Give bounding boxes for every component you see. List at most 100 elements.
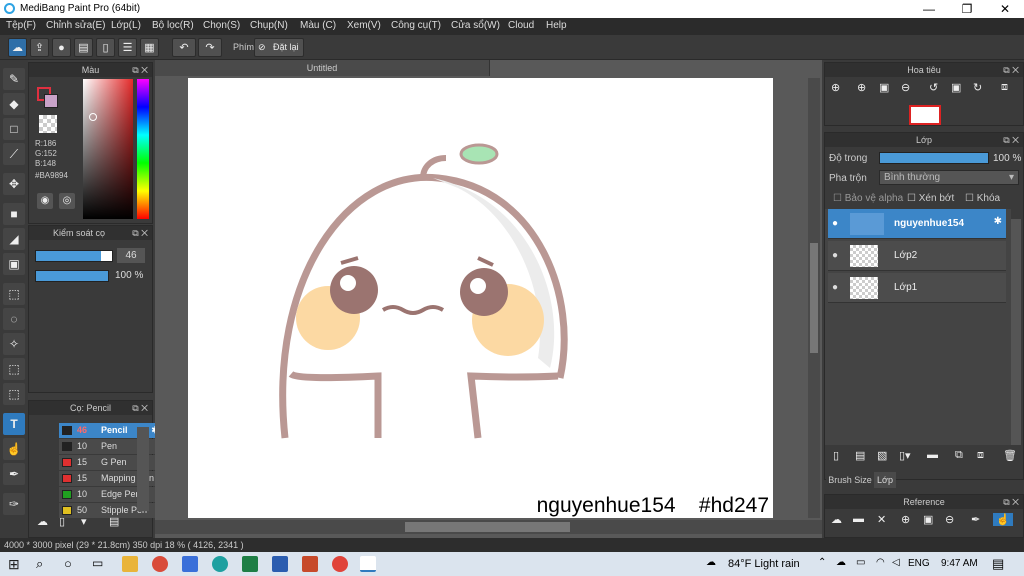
- zoom-out-icon[interactable]: ⊖: [901, 81, 910, 94]
- move-tool[interactable]: ✥: [3, 173, 25, 195]
- zoom-in-icon[interactable]: ⊕: [857, 81, 866, 94]
- menu-view[interactable]: Xem(V): [347, 20, 381, 31]
- menu-window[interactable]: Cửa sổ(W): [451, 20, 500, 31]
- reset-button[interactable]: ⊘ Đặt lại: [254, 38, 304, 57]
- menu-help[interactable]: Help: [546, 20, 567, 31]
- grid-button[interactable]: ▦: [140, 38, 159, 57]
- merge-layer-icon[interactable]: ⧈: [977, 449, 984, 462]
- network-icon[interactable]: ☁: [836, 557, 846, 568]
- palette-add-button[interactable]: ◎: [59, 193, 75, 209]
- layer-row[interactable]: ● Lớp2: [828, 241, 1006, 271]
- layer-row[interactable]: ● Lớp1: [828, 273, 1006, 303]
- brush-menu-icon[interactable]: ▾: [81, 515, 87, 528]
- shape-tool[interactable]: □: [3, 118, 25, 140]
- magic-wand-tool[interactable]: ✧: [3, 333, 25, 355]
- undo-button[interactable]: ↶: [172, 38, 196, 57]
- actual-size-icon[interactable]: ▣: [951, 81, 961, 94]
- rotate-right-icon[interactable]: ↻: [973, 81, 982, 94]
- select-pen-tool[interactable]: ⬚: [3, 358, 25, 380]
- menu-color[interactable]: Màu (C): [300, 20, 336, 31]
- menu-filter[interactable]: Bộ lọc(R): [152, 20, 194, 31]
- search-icon[interactable]: ⌕: [36, 556, 43, 572]
- horizontal-scroll-thumb[interactable]: [405, 522, 570, 532]
- color-picker-cursor[interactable]: [89, 113, 97, 121]
- brush-opacity-slider[interactable]: [35, 270, 109, 282]
- menu-tools[interactable]: Công cụ(T): [391, 20, 441, 31]
- brush-tool[interactable]: ✎: [3, 68, 25, 90]
- layer-row[interactable]: ● nguyenhue154 ✱: [828, 209, 1006, 239]
- ref-eyedropper-icon[interactable]: ✒: [971, 513, 980, 526]
- vertical-scroll-thumb[interactable]: [810, 243, 818, 353]
- fill-tool[interactable]: ■: [3, 203, 25, 225]
- new-8bit-layer-icon[interactable]: ▧: [877, 449, 887, 462]
- tab-brush-size[interactable]: Brush Size: [826, 472, 874, 488]
- panel-close-icon[interactable]: ⧉ ✕: [132, 63, 148, 77]
- message-button[interactable]: ▤: [74, 38, 93, 57]
- cloud-button[interactable]: ☁: [8, 38, 27, 57]
- menu-file[interactable]: Tệp(F): [6, 20, 36, 31]
- saturation-value-picker[interactable]: [83, 79, 133, 219]
- share-button[interactable]: ⇪: [30, 38, 49, 57]
- navigator-thumbnail[interactable]: [909, 105, 941, 125]
- file-explorer-icon[interactable]: [122, 556, 138, 572]
- line-tool[interactable]: ⟋: [3, 143, 25, 165]
- maximize-button[interactable]: ❐: [948, 0, 986, 18]
- tab-layer[interactable]: Lớp: [874, 472, 896, 488]
- notification-icon[interactable]: ▤: [992, 556, 1004, 572]
- wifi-icon[interactable]: ◠: [876, 557, 885, 568]
- layer-list-scrollbar[interactable]: [1011, 219, 1021, 445]
- operation-tool[interactable]: ☝: [3, 438, 25, 460]
- list-button[interactable]: ☰: [118, 38, 137, 57]
- lock-checkbox[interactable]: ☐ Khóa: [965, 193, 1000, 204]
- excel-icon[interactable]: [242, 556, 258, 572]
- protect-alpha-checkbox[interactable]: ☐ Bảo vệ alpha: [833, 193, 903, 204]
- blend-mode-select[interactable]: Bình thường ▾: [879, 170, 1019, 185]
- select-rect-tool[interactable]: ⬚: [3, 283, 25, 305]
- app-red-icon[interactable]: [152, 556, 168, 572]
- menu-cloud[interactable]: Cloud: [508, 20, 534, 31]
- brush-list-scrollbar[interactable]: [137, 427, 149, 511]
- fit-icon[interactable]: ▣: [879, 81, 889, 94]
- open-folder-icon[interactable]: ▬: [853, 513, 864, 525]
- windows-start-icon[interactable]: ⊞: [8, 556, 20, 573]
- menu-layer[interactable]: Lớp(L): [111, 20, 141, 31]
- layer-opacity-slider[interactable]: [879, 152, 989, 164]
- text-tool[interactable]: T: [3, 413, 25, 435]
- folder-icon[interactable]: ▬: [927, 449, 938, 461]
- task-view-icon[interactable]: ▭: [92, 556, 103, 570]
- pen-tool[interactable]: ✑: [3, 493, 25, 515]
- canvas-horizontal-scrollbar[interactable]: [155, 520, 822, 534]
- ref-zoom-in-icon[interactable]: ⊕: [901, 513, 910, 526]
- add-layer-menu-icon[interactable]: ▯▾: [899, 449, 911, 462]
- new-brush-icon[interactable]: ▯: [59, 515, 65, 528]
- edge-icon[interactable]: [212, 556, 228, 572]
- brush-size-value[interactable]: 46: [117, 248, 145, 263]
- eye-icon[interactable]: ●: [832, 250, 838, 261]
- chrome-icon[interactable]: [332, 556, 348, 572]
- background-color-swatch[interactable]: [44, 94, 58, 108]
- ref-fit-icon[interactable]: ▣: [923, 513, 933, 526]
- close-reference-icon[interactable]: ✕: [877, 513, 886, 526]
- rotate-left-icon[interactable]: ↺: [929, 81, 938, 94]
- powerpoint-icon[interactable]: [302, 556, 318, 572]
- close-button[interactable]: ✕: [986, 0, 1024, 18]
- duplicate-layer-icon[interactable]: ⧉: [955, 449, 963, 462]
- weather-text[interactable]: 84°F Light rain: [728, 558, 800, 570]
- canvas-vertical-scrollbar[interactable]: [808, 78, 820, 518]
- eyedropper-tool[interactable]: ✒: [3, 463, 25, 485]
- gradient-tool[interactable]: ▣: [3, 253, 25, 275]
- minimize-button[interactable]: —: [910, 0, 948, 18]
- reference-cloud-icon[interactable]: ☁: [831, 513, 842, 526]
- comment-button[interactable]: ●: [52, 38, 71, 57]
- redo-button[interactable]: ↷: [198, 38, 222, 57]
- canvas-paper[interactable]: nguyenhue154 #hd247: [188, 78, 773, 518]
- tray-arrow-icon[interactable]: ⌃: [818, 557, 826, 568]
- new-halftone-layer-icon[interactable]: ▤: [855, 449, 865, 462]
- ref-zoom-out-icon[interactable]: ⊖: [945, 513, 954, 526]
- page-button[interactable]: ▯: [96, 38, 115, 57]
- word-icon[interactable]: [272, 556, 288, 572]
- language-indicator[interactable]: ENG: [908, 558, 930, 569]
- battery-icon[interactable]: ▭: [856, 557, 865, 568]
- trash-icon[interactable]: 🗑: [1003, 449, 1017, 462]
- panel-close-icon[interactable]: ⧉ ✕: [132, 226, 148, 240]
